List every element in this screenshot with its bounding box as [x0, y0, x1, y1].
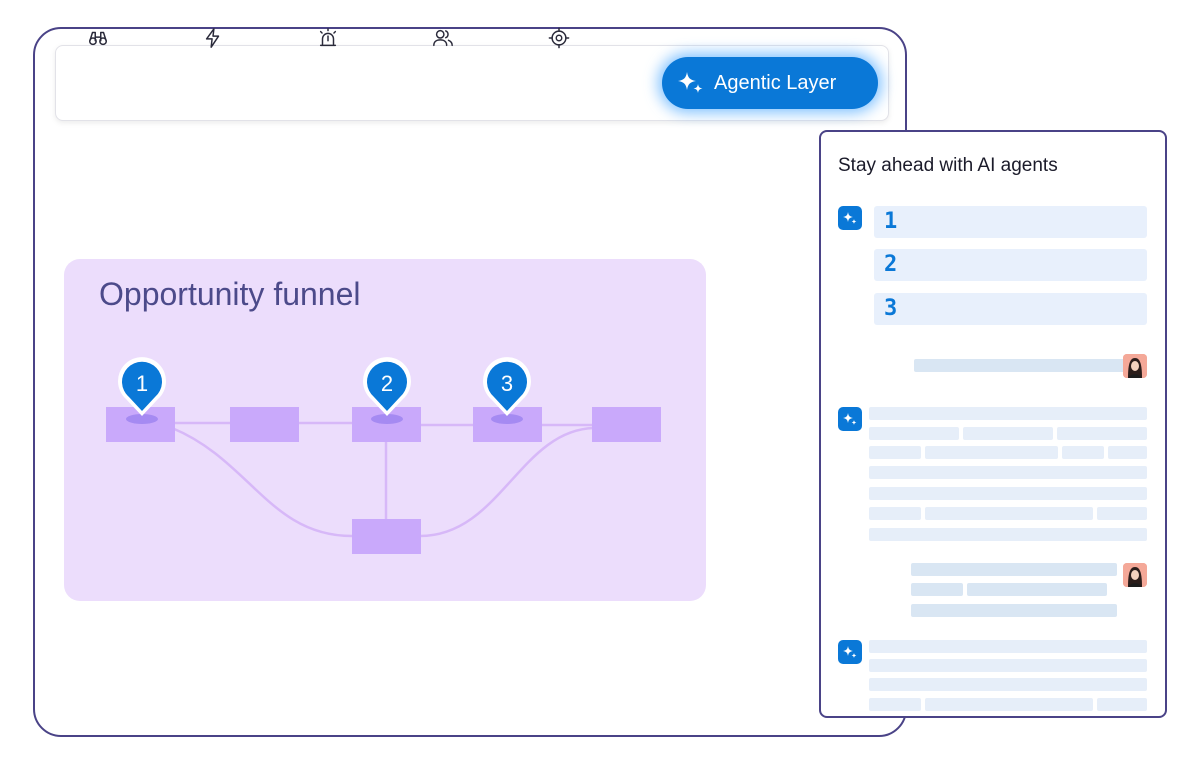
ai-message-placeholder	[925, 698, 1093, 711]
funnel-node	[592, 407, 661, 442]
user-message-placeholder	[914, 359, 1131, 372]
ai-message-placeholder	[869, 487, 1147, 500]
pin-label: 2	[381, 371, 393, 396]
ai-message-placeholder	[1097, 507, 1147, 520]
ai-message-placeholder	[925, 446, 1058, 459]
suggestion-option-3[interactable]: 3	[874, 293, 1147, 325]
user-message-placeholder	[911, 604, 1117, 617]
user-message-placeholder	[967, 583, 1107, 596]
ai-message-placeholder	[869, 640, 1147, 653]
ai-message-placeholder	[869, 698, 921, 711]
target-icon[interactable]	[547, 26, 571, 50]
agentic-layer-label: Agentic Layer	[714, 71, 837, 94]
binoculars-icon[interactable]	[86, 26, 110, 50]
ai-sparkle-icon	[838, 640, 862, 664]
ai-message-placeholder	[1062, 446, 1104, 459]
users-icon[interactable]	[431, 26, 455, 50]
ai-message-placeholder	[925, 507, 1093, 520]
ai-message-placeholder	[869, 678, 1147, 691]
user-avatar	[1123, 354, 1147, 378]
ai-message-placeholder	[869, 507, 921, 520]
suggestion-option-1[interactable]: 1	[874, 206, 1147, 238]
funnel-node	[230, 407, 299, 442]
ai-message-placeholder	[963, 427, 1053, 440]
ai-message-placeholder	[869, 466, 1147, 479]
ai-sparkle-icon	[838, 407, 862, 431]
lightning-icon[interactable]	[201, 26, 225, 50]
user-message-placeholder	[911, 583, 963, 596]
ai-message-placeholder	[1097, 698, 1147, 711]
user-message-placeholder	[911, 563, 1117, 576]
suggestion-option-2[interactable]: 2	[874, 249, 1147, 281]
pin-label: 1	[136, 371, 148, 396]
ai-message-placeholder	[1057, 427, 1147, 440]
funnel-node	[352, 519, 421, 554]
ai-message-placeholder	[869, 659, 1147, 672]
agentic-layer-button[interactable]: Agentic Layer	[662, 57, 878, 109]
pin-label: 3	[501, 371, 513, 396]
ai-message-placeholder	[869, 407, 1147, 420]
sparkle-icon	[678, 72, 703, 93]
ai-message-placeholder	[869, 446, 921, 459]
ai-message-placeholder	[869, 427, 959, 440]
ai-message-placeholder	[1108, 446, 1147, 459]
ai-sparkle-icon	[838, 206, 862, 230]
funnel-title: Opportunity funnel	[99, 276, 361, 312]
alarm-siren-icon[interactable]	[316, 26, 340, 50]
chat-title: Stay ahead with AI agents	[838, 155, 1058, 176]
ai-message-placeholder	[869, 528, 1147, 541]
user-avatar	[1123, 563, 1147, 587]
